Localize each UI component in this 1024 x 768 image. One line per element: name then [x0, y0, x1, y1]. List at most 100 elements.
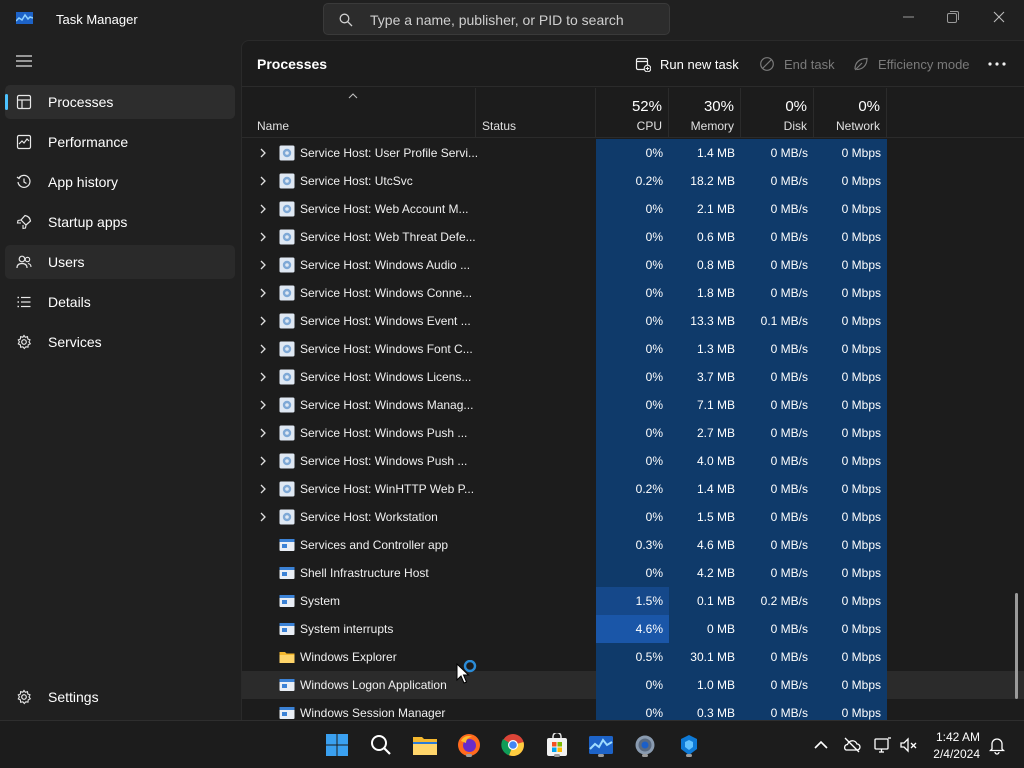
column-header-memory[interactable]: 30% Memory: [669, 88, 741, 138]
process-row[interactable]: Service Host: Windows Licens... 0% 3.7 MB 0…: [242, 363, 1024, 391]
process-name: Service Host: Windows Audio ...: [300, 258, 471, 272]
pinned-app-button[interactable]: [675, 731, 703, 759]
process-row[interactable]: Windows Logon Application 0% 1.0 MB 0 MB/s 0…: [242, 671, 1024, 699]
process-row[interactable]: Service Host: Windows Conne... 0% 1.8 MB 0 …: [242, 279, 1024, 307]
window-title: Task Manager: [56, 12, 138, 27]
chevron-right-icon[interactable]: [259, 512, 267, 522]
vertical-scrollbar[interactable]: [1015, 593, 1018, 699]
column-header-name[interactable]: Name: [242, 88, 476, 138]
minimize-button[interactable]: [885, 2, 931, 32]
chevron-right-icon[interactable]: [259, 260, 267, 270]
nav-item-processes[interactable]: Processes: [5, 85, 235, 119]
chevron-right-icon[interactable]: [259, 204, 267, 214]
firefox-button[interactable]: [455, 731, 483, 759]
restore-button[interactable]: [930, 2, 976, 32]
chevron-right-icon[interactable]: [259, 484, 267, 494]
disk-cell: 0 MB/s: [741, 391, 814, 419]
column-header-network[interactable]: 0% Network: [814, 88, 887, 138]
nav-item-users[interactable]: Users: [5, 245, 235, 279]
disk-cell: 0 MB/s: [741, 167, 814, 195]
chevron-right-icon[interactable]: [259, 288, 267, 298]
memory-cell: 0.8 MB: [669, 251, 741, 279]
nav-item-services[interactable]: Services: [5, 325, 235, 359]
network-cell: 0 Mbps: [814, 223, 887, 251]
service-host-icon: [279, 145, 295, 161]
settings-gear-icon: [17, 689, 32, 705]
close-button[interactable]: [976, 2, 1022, 32]
process-row[interactable]: Service Host: Windows Font C... 0% 1.3 MB 0…: [242, 335, 1024, 363]
end-task-icon: [760, 57, 774, 71]
start-button[interactable]: [323, 731, 351, 759]
process-row[interactable]: Service Host: WinHTTP Web P... 0.2% 1.4 MB…: [242, 475, 1024, 503]
process-row[interactable]: Service Host: Workstation 0% 1.5 MB 0 MB/s 0…: [242, 503, 1024, 531]
process-row[interactable]: Services and Controller app 0.3% 4.6 MB 0 M…: [242, 531, 1024, 559]
app-window-icon: [279, 705, 295, 720]
nav-item-details[interactable]: Details: [5, 285, 235, 319]
nav-label: Users: [48, 254, 85, 270]
column-header-status[interactable]: Status: [476, 88, 596, 138]
run-new-task-button[interactable]: Run new task: [635, 53, 739, 75]
disk-cell: 0 MB/s: [741, 279, 814, 307]
cpu-cell: 0.3%: [596, 531, 669, 559]
chevron-right-icon[interactable]: [259, 428, 267, 438]
file-explorer-button[interactable]: [411, 731, 439, 759]
app-window-icon: [279, 537, 295, 553]
process-row[interactable]: Service Host: Windows Manag... 0% 7.1 MB 0 …: [242, 391, 1024, 419]
end-task-button[interactable]: End task: [759, 53, 835, 75]
taskbar-search-button[interactable]: [367, 731, 395, 759]
nav-label: Processes: [48, 94, 114, 110]
process-row[interactable]: Service Host: UtcSvc 0.2% 18.2 MB 0 MB/s 0 M…: [242, 167, 1024, 195]
chevron-right-icon[interactable]: [259, 316, 267, 326]
process-row[interactable]: System 1.5% 0.1 MB 0.2 MB/s 0 Mbps: [242, 587, 1024, 615]
process-name: System interrupts: [300, 622, 394, 636]
task-manager-icon: [589, 736, 613, 754]
search-box[interactable]: Type a name, publisher, or PID to search: [323, 3, 670, 35]
chevron-right-icon[interactable]: [259, 232, 267, 242]
more-options-icon[interactable]: [988, 62, 1006, 66]
nav-label: App history: [48, 174, 119, 190]
disk-cell: 0 MB/s: [741, 251, 814, 279]
column-header-cpu[interactable]: 52% CPU: [596, 88, 669, 138]
processes-page: Processes Run new task End task Efficien…: [241, 40, 1024, 720]
chevron-right-icon[interactable]: [259, 148, 267, 158]
column-header-disk[interactable]: 0% Disk: [741, 88, 814, 138]
process-row[interactable]: Shell Infrastructure Host 0% 4.2 MB 0 MB/s 0…: [242, 559, 1024, 587]
volume-muted-icon[interactable]: [899, 735, 919, 755]
task-manager-button[interactable]: [587, 731, 615, 759]
process-row[interactable]: Service Host: Windows Audio ... 0% 0.8 MB 0…: [242, 251, 1024, 279]
process-row[interactable]: Windows Explorer 0.5% 30.1 MB 0 MB/s 0 Mbps: [242, 643, 1024, 671]
onedrive-offline-icon[interactable]: [842, 735, 862, 755]
efficiency-mode-button[interactable]: Efficiency mode: [853, 53, 970, 75]
nav-item-performance[interactable]: Performance: [5, 125, 235, 159]
chevron-right-icon[interactable]: [259, 400, 267, 410]
process-row[interactable]: System interrupts 4.6% 0 MB 0 MB/s 0 Mbps: [242, 615, 1024, 643]
process-name: Service Host: User Profile Servi...: [300, 146, 479, 160]
disk-cell: 0 MB/s: [741, 335, 814, 363]
memory-cell: 2.1 MB: [669, 195, 741, 223]
process-row[interactable]: Service Host: User Profile Servi... 0% 1.4…: [242, 139, 1024, 167]
chevron-right-icon[interactable]: [259, 372, 267, 382]
cpu-cell: 0%: [596, 195, 669, 223]
nav-item-settings[interactable]: Settings: [5, 680, 235, 714]
process-name: Service Host: Windows Event ...: [300, 314, 471, 328]
process-row[interactable]: Service Host: Windows Event ... 0% 13.3 MB…: [242, 307, 1024, 335]
process-row[interactable]: Service Host: Windows Push ... 0% 2.7 MB 0 …: [242, 419, 1024, 447]
chrome-button[interactable]: [499, 731, 527, 759]
microsoft-store-button[interactable]: [543, 731, 571, 759]
process-row[interactable]: Service Host: Windows Push ... 0% 4.0 MB 0 …: [242, 447, 1024, 475]
process-row[interactable]: Windows Session Manager 0% 0.3 MB 0 MB/s 0 M…: [242, 699, 1024, 720]
chevron-up-icon[interactable]: [811, 735, 831, 755]
network-icon[interactable]: [873, 735, 893, 755]
nav-item-startup-apps[interactable]: Startup apps: [5, 205, 235, 239]
nav-item-app-history[interactable]: App history: [5, 165, 235, 199]
details-icon: [17, 296, 31, 308]
process-row[interactable]: Service Host: Web Account M... 0% 2.1 MB 0 …: [242, 195, 1024, 223]
settings-app-button[interactable]: [631, 731, 659, 759]
search-placeholder: Type a name, publisher, or PID to search: [370, 12, 624, 28]
notification-bell-icon[interactable]: [987, 735, 1007, 755]
chevron-right-icon[interactable]: [259, 344, 267, 354]
chevron-right-icon[interactable]: [259, 456, 267, 466]
process-row[interactable]: Service Host: Web Threat Defe... 0% 0.6 MB…: [242, 223, 1024, 251]
chevron-right-icon[interactable]: [259, 176, 267, 186]
hamburger-menu-icon[interactable]: [14, 52, 34, 70]
